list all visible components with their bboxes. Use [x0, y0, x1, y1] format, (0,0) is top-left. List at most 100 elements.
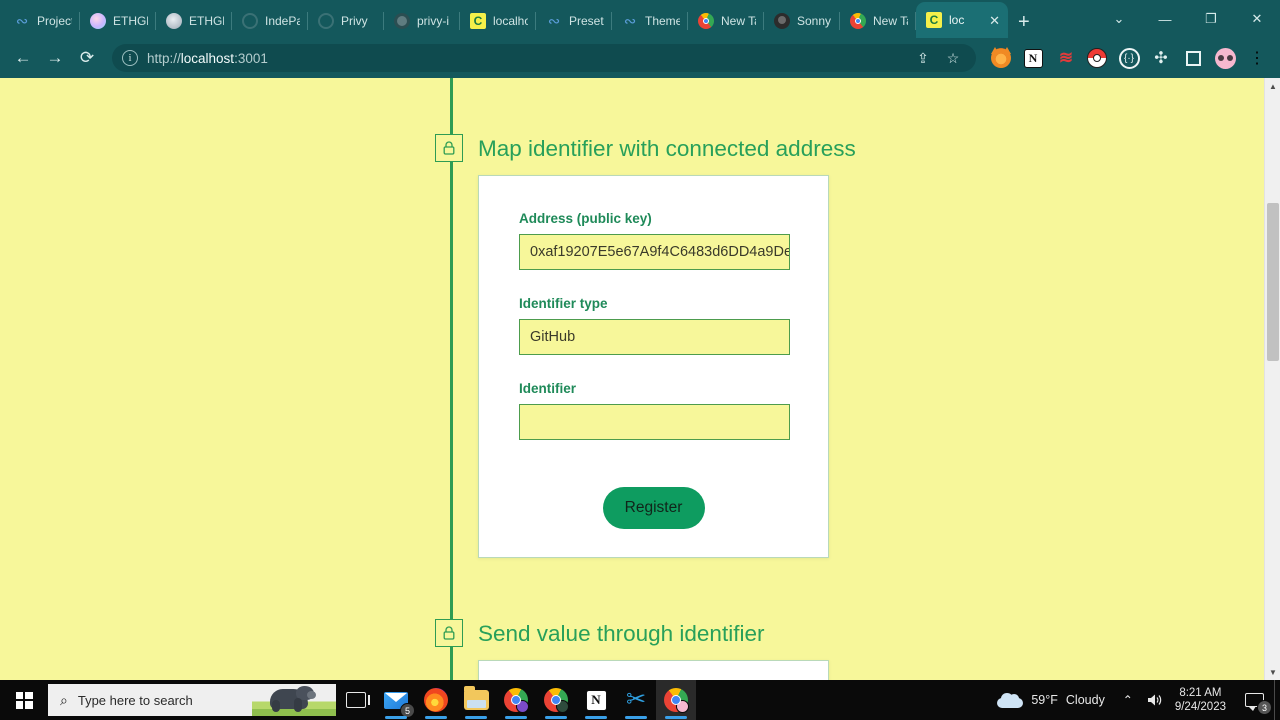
tab-title: Project — [37, 14, 72, 28]
map-identifier-card: Address (public key) 0xaf19207E5e67A9f4C… — [478, 175, 829, 558]
show-hidden-icons-button[interactable]: ⌃ — [1115, 680, 1141, 720]
mail-button[interactable]: 5 — [376, 680, 416, 720]
volume-icon[interactable] — [1141, 680, 1167, 720]
browser-tab[interactable]: Sonny! — [764, 4, 840, 38]
file-explorer-button[interactable] — [456, 680, 496, 720]
browser-tab[interactable]: ETHGl — [156, 4, 232, 38]
new-tab-button[interactable]: + — [1008, 12, 1040, 32]
close-window-button[interactable]: ✕ — [1234, 3, 1280, 35]
browser-tab-active[interactable]: C loc ✕ — [916, 2, 1008, 38]
system-tray: 59°F Cloudy ⌃ 8:21 AM 9/24/2023 3 — [993, 680, 1280, 720]
forward-button[interactable]: → — [40, 43, 70, 73]
scroll-down-icon[interactable]: ▼ — [1265, 664, 1280, 680]
browser-toolbar: ← → ⟳ i http://localhost:3001 ⇪ ☆ N ≋ {·… — [0, 38, 1280, 78]
tab-title: ETHGl — [113, 14, 148, 28]
scroll-up-icon[interactable]: ▲ — [1265, 78, 1280, 94]
reload-button[interactable]: ⟳ — [72, 43, 102, 73]
cloud-icon — [997, 692, 1024, 708]
browser-tab[interactable]: C localho — [460, 4, 536, 38]
dark-avatar-icon — [774, 13, 790, 29]
scrollbar-thumb[interactable] — [1267, 203, 1279, 361]
page-scrollbar[interactable]: ▲ ▼ — [1264, 78, 1280, 680]
address-bar[interactable]: i http://localhost:3001 ⇪ ☆ — [112, 44, 976, 72]
windows-taskbar: ⌕ Type here to search 5 N ✂ 59°F Cloudy … — [0, 680, 1280, 720]
browser-tab[interactable]: New Ta — [688, 4, 764, 38]
vscode-button[interactable]: ✂ — [616, 680, 656, 720]
notifications-button[interactable]: 3 — [1234, 680, 1274, 720]
browser-menu-icon[interactable]: ⋮ — [1244, 45, 1270, 71]
windows-logo-icon — [15, 691, 33, 709]
metamask-icon[interactable] — [988, 45, 1014, 71]
tab-title: Sonny! — [797, 14, 832, 28]
gorilla-illustration — [252, 684, 336, 716]
page-viewport: Map identifier with connected address Ad… — [0, 78, 1280, 680]
lock-icon — [435, 134, 463, 162]
chrome-icon — [544, 688, 569, 713]
site-info-icon[interactable]: i — [122, 50, 138, 66]
task-view-button[interactable] — [336, 680, 376, 720]
screen: ∾ Project ETHGl ETHGl IndePa Privy privy… — [0, 0, 1280, 720]
chevron-down-icon[interactable]: ⌄ — [1096, 3, 1142, 35]
red-lines-icon[interactable]: ≋ — [1052, 45, 1078, 71]
back-button[interactable]: ← — [8, 43, 38, 73]
timeline-connector — [450, 78, 453, 680]
search-input[interactable]: ⌕ Type here to search — [48, 684, 336, 716]
show-desktop-button[interactable] — [1274, 680, 1280, 720]
omnibox-actions: ⇪ ☆ — [910, 45, 966, 71]
notification-badge: 3 — [1257, 700, 1272, 715]
circle-bracket-icon[interactable]: {·} — [1116, 45, 1142, 71]
puzzle-icon[interactable]: ✣ — [1148, 45, 1174, 71]
chrome-purple-button[interactable] — [496, 680, 536, 720]
clock-time: 8:21 AM — [1179, 687, 1222, 699]
square-icon[interactable] — [1180, 45, 1206, 71]
notion-button[interactable]: N — [576, 680, 616, 720]
section-title: Map identifier with connected address — [478, 136, 856, 161]
share-icon[interactable]: ⇪ — [910, 45, 936, 71]
pokeball-icon[interactable] — [1084, 45, 1110, 71]
weather-widget[interactable]: 59°F Cloudy — [993, 692, 1114, 708]
browser-tab[interactable]: ∾ Theme — [612, 4, 688, 38]
address-field-group: Address (public key) 0xaf19207E5e67A9f4C… — [519, 211, 790, 270]
ethglobal-color-icon — [90, 13, 106, 29]
chrome-icon — [850, 13, 866, 29]
notion-icon[interactable]: N — [1020, 45, 1046, 71]
tab-title: ETHGl — [189, 14, 224, 28]
profile-avatar-icon[interactable] — [1212, 45, 1238, 71]
wave-icon: ∾ — [623, 13, 637, 29]
url-text: http://localhost:3001 — [147, 51, 268, 66]
identifier-input[interactable] — [519, 404, 790, 440]
send-value-card — [478, 660, 829, 680]
chrome-icon — [664, 688, 689, 713]
identifier-type-select[interactable]: GitHub — [519, 319, 790, 355]
clock-widget[interactable]: 8:21 AM 9/24/2023 — [1167, 686, 1234, 714]
folder-icon — [463, 686, 489, 710]
browser-tab[interactable]: ETHGl — [80, 4, 156, 38]
url-port: :3001 — [234, 50, 268, 66]
firefox-icon — [424, 688, 448, 712]
firefox-button[interactable] — [416, 680, 456, 720]
browser-tab[interactable]: ∾ Project — [4, 4, 80, 38]
vscode-icon: ✂ — [625, 686, 647, 713]
close-icon[interactable]: ✕ — [989, 14, 1000, 27]
url-scheme: http:// — [147, 50, 181, 66]
browser-tab[interactable]: IndePa — [232, 4, 308, 38]
minimize-button[interactable]: — — [1142, 3, 1188, 35]
register-button[interactable]: Register — [602, 487, 705, 529]
bookmark-star-icon[interactable]: ☆ — [940, 45, 966, 71]
chrome-active-button[interactable] — [656, 680, 696, 720]
chrome-dark-button[interactable] — [536, 680, 576, 720]
maximize-button[interactable]: ❐ — [1188, 3, 1234, 35]
tab-title: Theme — [645, 14, 680, 28]
weather-temperature: 59°F — [1031, 693, 1058, 707]
browser-tab[interactable]: Privy — [308, 4, 384, 38]
tab-title: Presets — [569, 14, 604, 28]
start-button[interactable] — [0, 680, 48, 720]
browser-tab[interactable]: ∾ Presets — [536, 4, 612, 38]
chrome-icon — [504, 688, 529, 713]
address-input[interactable]: 0xaf19207E5e67A9f4C6483d6DD4a9De3 — [519, 234, 790, 270]
window-controls: ⌄ — ❐ ✕ — [1096, 0, 1280, 38]
browser-tab[interactable]: privy-i — [384, 4, 460, 38]
weather-description: Cloudy — [1065, 693, 1105, 707]
browser-tab[interactable]: New Ta — [840, 4, 916, 38]
github-icon — [394, 13, 410, 29]
